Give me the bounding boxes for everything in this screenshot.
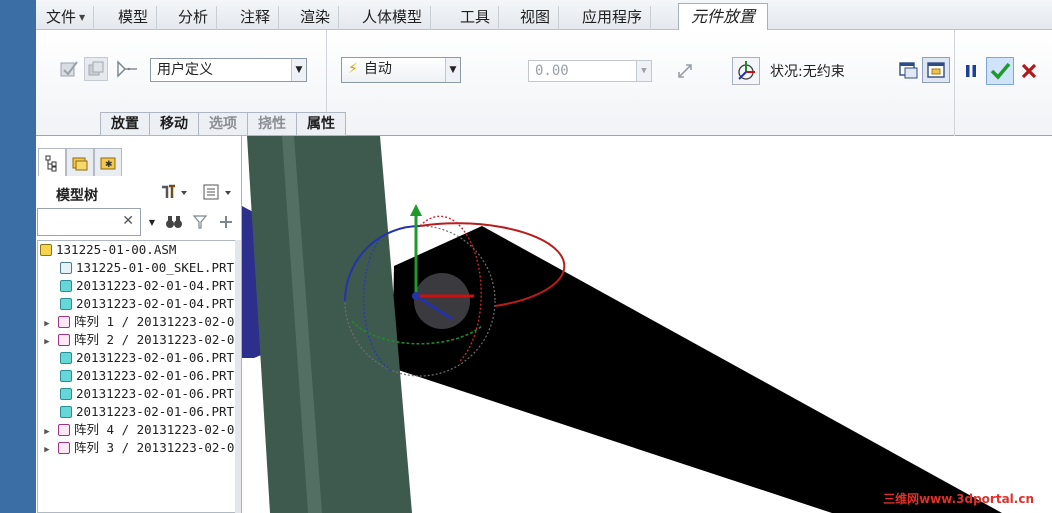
- part-icon: [60, 280, 72, 292]
- assembly-window-icon[interactable]: [922, 57, 950, 83]
- constraint-type-select[interactable]: ⚡ 自动 ▼: [341, 57, 461, 83]
- tree-item[interactable]: 20131223-02-01-04.PRT: [60, 295, 234, 313]
- navigator-tabs: ✱: [38, 148, 122, 176]
- reference-plane-icon[interactable]: [114, 58, 140, 80]
- tree-item[interactable]: 20131223-02-01-06.PRT: [60, 385, 234, 403]
- list-icon: [203, 184, 231, 200]
- part-icon: [60, 370, 72, 382]
- window-edge-strip: [0, 0, 36, 513]
- tree-item-root[interactable]: 131225-01-00.ASM: [40, 241, 176, 259]
- green-column-part[interactable]: [247, 136, 412, 513]
- filter-icon[interactable]: [190, 212, 210, 232]
- close-icon: [1021, 63, 1037, 79]
- constraint-set-select[interactable]: 用户定义 ▼: [150, 58, 307, 82]
- 3d-dragger-icon[interactable]: [732, 57, 760, 85]
- lightning-icon: ⚡: [348, 61, 358, 77]
- tab-manikin[interactable]: 人体模型: [354, 6, 432, 30]
- model-tree-list: 131225-01-00.ASM 131225-01-00_SKEL.PRT 2…: [37, 240, 240, 513]
- expand-arrow-icon[interactable]: ▶: [42, 333, 52, 351]
- tree-item[interactable]: ▶阵列 2 / 20131223-02-01-05.PRT: [42, 331, 240, 349]
- expand-arrow-icon[interactable]: ▶: [42, 441, 52, 459]
- tree-item[interactable]: 20131223-02-01-04.PRT: [60, 277, 234, 295]
- folders-icon: [72, 157, 88, 170]
- divider: [954, 30, 955, 136]
- ribbon-tab-row: 文件 ▼ 模型 分析 注释 渲染 人体模型 工具 视图 应用程序 元件放置: [36, 0, 1052, 31]
- tree-item[interactable]: ▶阵列 4 / 20131223-02-01-05.PRT: [42, 421, 240, 439]
- mechanism-connection-icon[interactable]: [84, 57, 108, 81]
- placement-subtabs: 放置 移动 选项 挠性 属性: [100, 112, 346, 136]
- pattern-icon: [58, 424, 70, 436]
- tab-folder-browser[interactable]: [66, 148, 94, 176]
- pause-icon[interactable]: [961, 60, 981, 82]
- tab-view[interactable]: 视图: [512, 6, 560, 30]
- tab-model-tree[interactable]: [38, 148, 66, 176]
- part-icon: [60, 388, 72, 400]
- confirm-button[interactable]: [986, 57, 1014, 85]
- tree-columns-button[interactable]: [200, 182, 236, 202]
- tree-item[interactable]: 20131223-02-01-06.PRT: [60, 403, 234, 421]
- chevron-down-icon: ▼: [636, 61, 651, 81]
- tree-item[interactable]: ▶阵列 1 / 20131223-02-01-05.PRT: [42, 313, 240, 331]
- model-tree-title: 模型树: [56, 188, 98, 204]
- subtab-placement[interactable]: 放置: [100, 112, 149, 136]
- tab-file[interactable]: 文件 ▼: [38, 6, 95, 30]
- tree-item[interactable]: 20131223-02-01-06.PRT: [60, 349, 234, 367]
- tab-component-placement[interactable]: 元件放置: [678, 3, 769, 31]
- chevron-down-icon: ▼: [291, 59, 306, 81]
- tab-tools[interactable]: 工具: [452, 6, 500, 30]
- tab-annotate[interactable]: 注释: [232, 6, 280, 30]
- tools-icon: [162, 184, 187, 198]
- separate-window-icon[interactable]: [898, 60, 920, 80]
- constraint-edit-icon[interactable]: [58, 58, 80, 80]
- flip-constraint-icon[interactable]: [674, 60, 696, 82]
- pattern-icon: [58, 334, 70, 346]
- part-icon: [60, 298, 72, 310]
- component-placement-ribbon: 用户定义 ▼ ⚡ 自动 ▼ 0.00 ▼ 状况:无约束 放置 移动 选项 挠性 属…: [36, 30, 1052, 136]
- watermark-text: 三维网www.3dportal.cn: [883, 492, 1034, 506]
- cancel-button[interactable]: [1018, 60, 1040, 82]
- pattern-icon: [58, 442, 70, 454]
- tree-search-input[interactable]: ✕: [37, 208, 141, 236]
- part-icon: [60, 406, 72, 418]
- tab-applications[interactable]: 应用程序: [574, 6, 652, 30]
- tree-item[interactable]: ▶阵列 3 / 20131223-02-01-05.PRT: [42, 439, 240, 457]
- chevron-down-icon: ▼: [445, 58, 460, 82]
- svg-text:✱: ✱: [105, 160, 113, 170]
- model-tree-panel: ✱ 模型树 ✕ ▼ 131225-01-00.ASM 131225-01-00_…: [36, 136, 242, 513]
- tab-favorites[interactable]: ✱: [94, 148, 122, 176]
- offset-value-field[interactable]: 0.00 ▼: [528, 60, 652, 82]
- checkmark-icon: [990, 62, 1011, 80]
- graphics-viewport[interactable]: 三维网www.3dportal.cn: [242, 136, 1052, 513]
- subtab-options[interactable]: 选项: [198, 112, 247, 136]
- favorites-folder-icon: ✱: [100, 157, 116, 170]
- tree-item[interactable]: 131225-01-00_SKEL.PRT: [60, 259, 234, 277]
- tab-analysis[interactable]: 分析: [170, 6, 218, 30]
- clear-icon[interactable]: ✕: [122, 213, 134, 229]
- subtab-move[interactable]: 移动: [149, 112, 198, 136]
- tree-scrollbar[interactable]: [235, 240, 241, 513]
- chevron-down-icon: ▼: [79, 12, 86, 22]
- black-beam-part[interactable]: [392, 226, 1002, 513]
- tab-render[interactable]: 渲染: [292, 6, 340, 30]
- part-icon: [60, 352, 72, 364]
- pattern-icon: [58, 316, 70, 328]
- binoculars-icon[interactable]: [164, 212, 184, 232]
- tab-model[interactable]: 模型: [110, 6, 158, 30]
- add-icon[interactable]: [216, 212, 236, 232]
- skeleton-part-icon: [60, 262, 72, 274]
- assembly-icon: [40, 244, 52, 256]
- 3d-model-view: [242, 136, 1002, 513]
- search-dropdown-chevron-icon[interactable]: ▼: [146, 214, 158, 230]
- tree-item[interactable]: 20131223-02-01-06.PRT: [60, 367, 234, 385]
- tree-structure-icon: [45, 155, 57, 171]
- subtab-properties[interactable]: 属性: [296, 112, 346, 136]
- placement-status: 状况:无约束: [770, 64, 845, 80]
- tree-settings-button[interactable]: [158, 182, 190, 202]
- subtab-flexibility[interactable]: 挠性: [247, 112, 296, 136]
